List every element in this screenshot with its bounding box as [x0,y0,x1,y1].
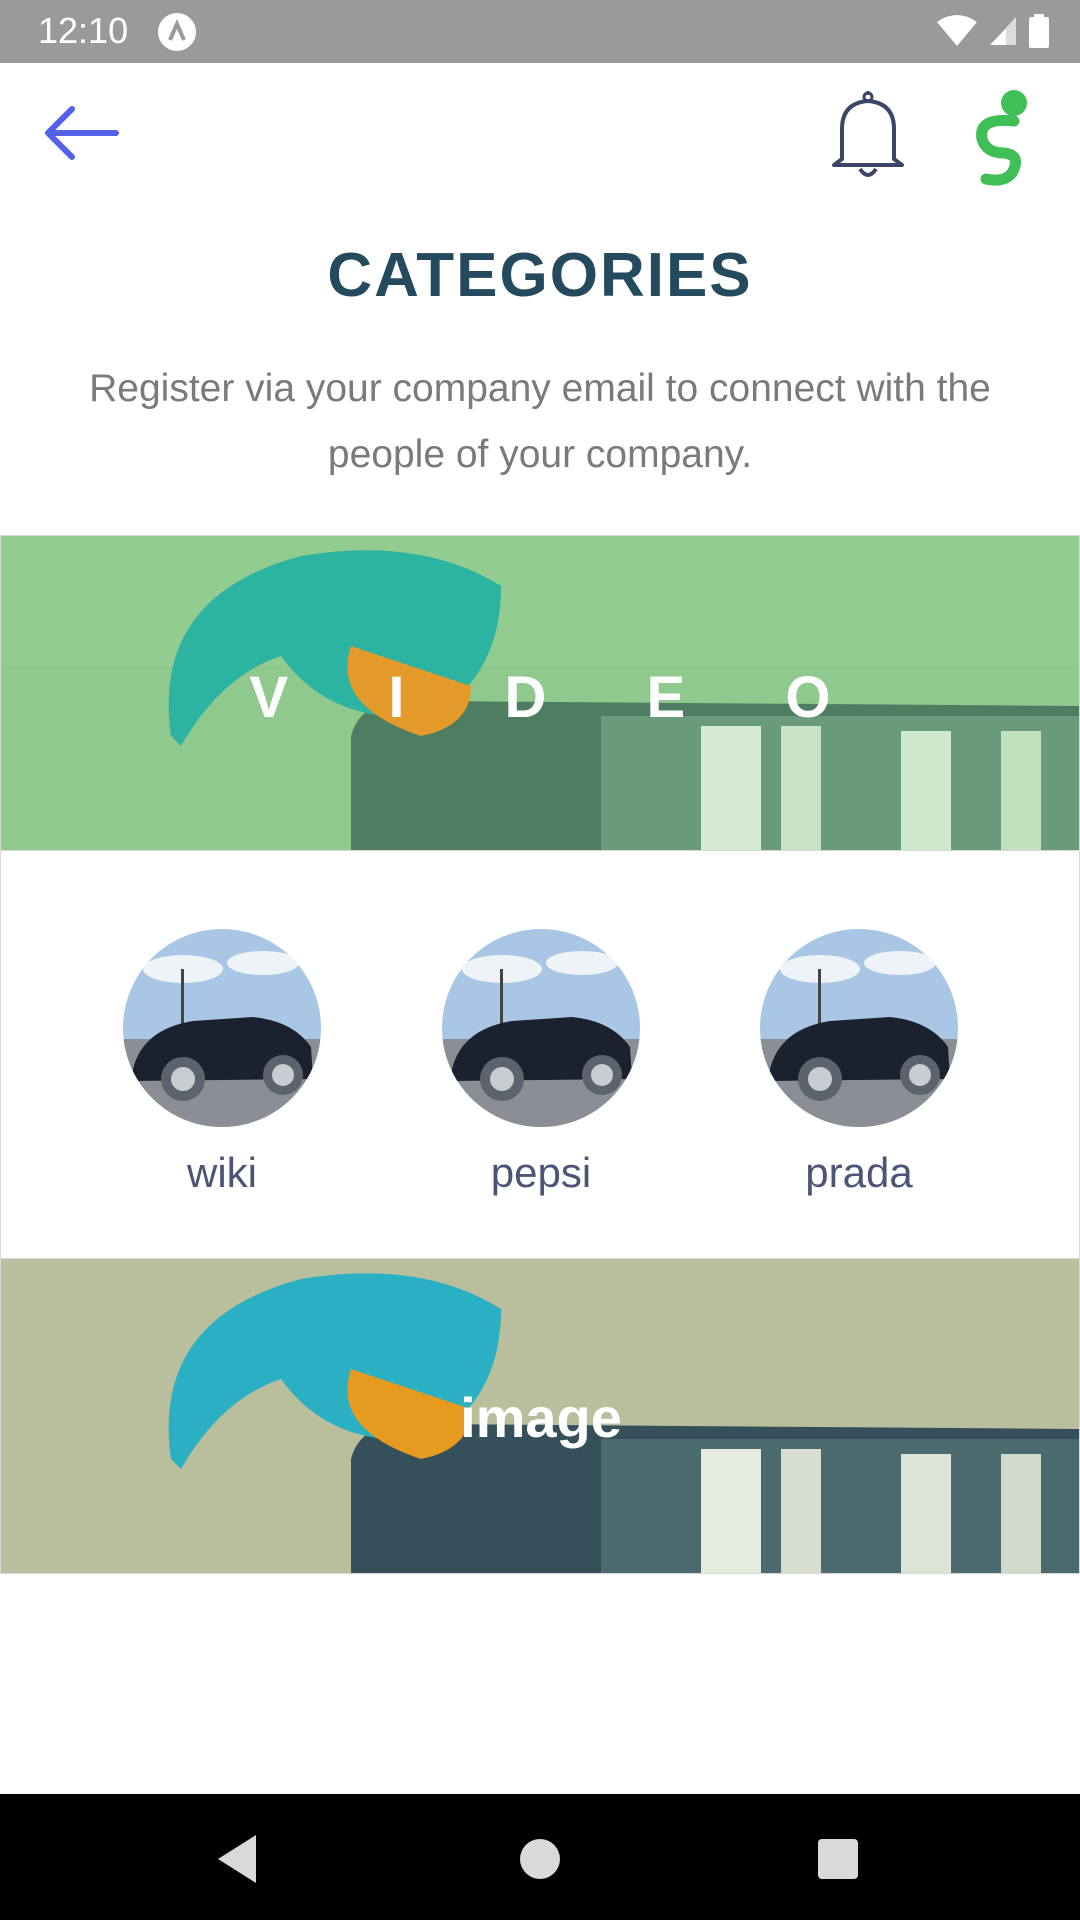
nav-back-button[interactable] [208,1829,268,1889]
subcategory-item[interactable]: prada [759,929,959,1197]
triangle-back-icon [218,1835,256,1883]
status-bar: 12:10 [0,0,1080,63]
subcategory-item[interactable]: wiki [122,929,322,1197]
car-thumbnail-image [760,929,958,1127]
page-title: CATEGORIES [327,241,753,310]
square-recents-icon [818,1839,858,1879]
status-icons [936,14,1050,48]
app-logo-icon[interactable] [964,87,1034,187]
bell-icon [832,91,904,177]
subcategory-row: wiki pepsi prada [0,851,1080,1258]
subcategory-label: pepsi [490,1149,592,1196]
status-time: 12:10 [38,10,129,51]
car-thumbnail-image [123,929,321,1127]
signal-icon [990,17,1016,45]
system-navigation-bar [0,1794,1080,1920]
category-label: image [460,1386,622,1449]
notifications-button[interactable] [828,89,908,181]
app-notification-icon [158,13,196,51]
back-arrow-icon [45,106,119,160]
category-label: V I D E O [249,665,873,730]
app-bar [0,63,1080,213]
wifi-icon [937,15,977,46]
category-banner-image[interactable]: image [0,1258,1080,1574]
car-thumbnail-image [442,929,640,1127]
page-subtitle: Register via your company email to conne… [89,367,991,476]
category-banner-video[interactable]: V I D E O [0,535,1080,851]
circle-home-icon [520,1839,560,1879]
subcategory-item[interactable]: pepsi [441,929,641,1197]
nav-home-button[interactable] [510,1829,570,1889]
battery-icon [1029,14,1049,48]
nav-recents-button[interactable] [808,1829,868,1889]
back-button[interactable] [40,103,120,163]
subcategory-label: prada [805,1149,913,1196]
subcategory-label: wiki [187,1149,257,1196]
